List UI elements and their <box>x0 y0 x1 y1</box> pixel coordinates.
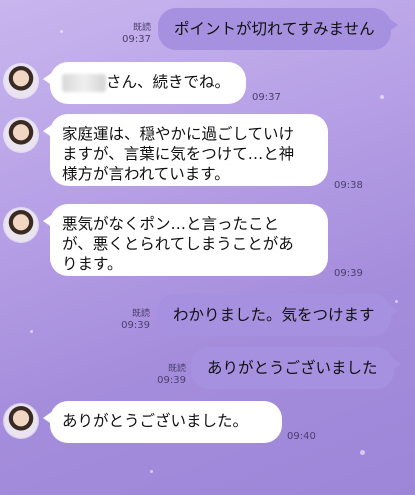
message-text: ありがとうございました。 <box>62 412 249 430</box>
message-line: ますが、言葉に気をつけて…と神 <box>62 145 295 163</box>
message-line: 家庭運は、穏やかに過ごしていけ <box>62 125 295 143</box>
message-line: 悪気がなくポン…と言ったこと <box>62 215 280 233</box>
sender-avatar[interactable] <box>4 404 38 438</box>
read-receipt: 既読 <box>132 23 151 33</box>
message-time: 09:39 <box>121 320 150 331</box>
read-receipt: 既読 <box>131 309 150 319</box>
sparkle-decoration <box>150 470 153 473</box>
message-bubble-outgoing[interactable]: ありがとうございました <box>191 347 401 389</box>
message-bubble-incoming[interactable]: さん、続きでね。 <box>43 62 246 104</box>
message-line: ります。 <box>62 255 123 273</box>
message-bubble-incoming[interactable]: 家庭運は、穏やかに過ごしていけ ますが、言葉に気をつけて…と神 様方が言われてい… <box>43 114 328 186</box>
sparkle-decoration <box>360 450 365 455</box>
message-text: さん、続きでね。 <box>106 73 231 91</box>
message-line: が、悪くとられてしまうことがあ <box>62 235 294 253</box>
message-time: 09:39 <box>334 268 363 279</box>
sender-avatar[interactable] <box>4 118 38 152</box>
message-time: 09:39 <box>157 375 186 386</box>
message-bubble-incoming[interactable]: 悪気がなくポン…と言ったこと が、悪くとられてしまうことがあ ります。 <box>43 204 328 276</box>
message-meta: 既読 09:37 <box>122 22 151 46</box>
sender-avatar[interactable] <box>4 64 38 98</box>
message-bubble-outgoing[interactable]: わかりました。気をつけます <box>157 294 398 336</box>
message-time: 09:38 <box>334 180 363 191</box>
message-text: ポイントが切れてすみません <box>174 20 375 38</box>
message-meta: 既読 09:39 <box>157 363 186 387</box>
message-bubble-outgoing[interactable]: ポイントが切れてすみません <box>158 8 398 50</box>
sender-avatar[interactable] <box>4 208 38 242</box>
message-meta: 既読 09:39 <box>121 308 150 332</box>
message-text: わかりました。気をつけます <box>173 306 375 324</box>
sparkle-decoration <box>395 300 398 303</box>
redacted-name <box>62 73 106 92</box>
message-bubble-incoming[interactable]: ありがとうございました。 <box>43 401 282 443</box>
message-line: 様方が言われています。 <box>62 165 230 183</box>
sparkle-decoration <box>30 330 33 333</box>
message-time: 09:37 <box>122 34 151 45</box>
sparkle-decoration <box>380 95 384 99</box>
message-text: ありがとうございました <box>207 359 378 377</box>
message-time: 09:40 <box>287 431 316 442</box>
sparkle-decoration <box>60 30 63 33</box>
read-receipt: 既読 <box>167 364 186 374</box>
message-time: 09:37 <box>252 92 281 103</box>
